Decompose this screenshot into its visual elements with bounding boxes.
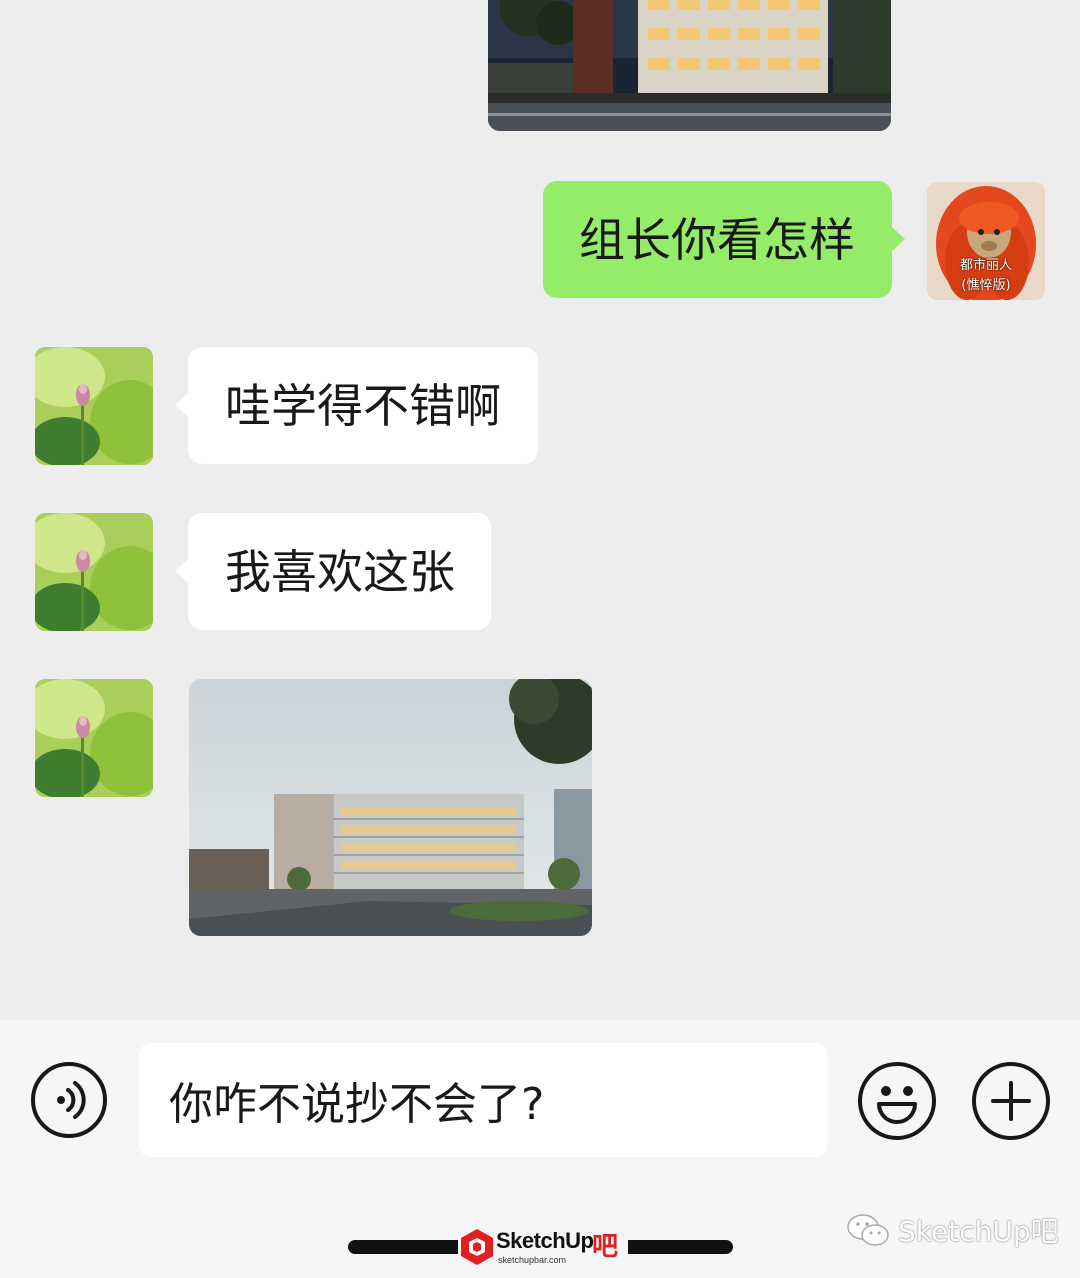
watermark-logo-ba: 吧: [592, 1232, 619, 1262]
bubble-tail: [175, 558, 189, 584]
other-avatar[interactable]: [35, 513, 153, 631]
watermark-account-name: SketchUp吧: [898, 1215, 1059, 1248]
voice-icon: [57, 1081, 86, 1119]
watermark-account: SketchUp吧: [846, 1210, 1059, 1250]
emoji-icon: [877, 1086, 917, 1124]
other-avatar[interactable]: [35, 347, 153, 465]
received-image-building[interactable]: [189, 679, 592, 936]
message-text: 组长你看怎样: [579, 212, 855, 267]
avatar-caption-line1: 都市丽人: [959, 258, 1012, 273]
message-text: 我喜欢这张: [225, 544, 455, 599]
my-avatar[interactable]: 都市丽人 (憔悴版): [927, 182, 1045, 300]
bubble-tail: [891, 226, 905, 252]
emoji-button[interactable]: [858, 1062, 936, 1140]
message-text: 哇学得不错啊: [225, 378, 501, 433]
sent-image-building[interactable]: [488, 0, 891, 131]
watermark-logo-sub: sketchupbar.com: [498, 1255, 567, 1265]
avatar-caption-line2: (憔悴版): [961, 278, 1011, 293]
sketchup-logo-icon: [461, 1229, 493, 1265]
other-avatar[interactable]: [35, 679, 153, 797]
message-input[interactable]: 你咋不说抄不会了?: [139, 1043, 827, 1157]
plus-button[interactable]: [972, 1062, 1050, 1140]
other-message-bubble[interactable]: 哇学得不错啊: [188, 347, 538, 464]
bubble-tail: [175, 392, 189, 418]
wechat-icon: [847, 1214, 889, 1246]
other-message-bubble[interactable]: 我喜欢这张: [188, 513, 491, 630]
plus-icon: [991, 1081, 1031, 1121]
message-input-value: 你咋不说抄不会了?: [169, 1079, 545, 1130]
chat-area: 组长你看怎样 都市丽人 (憔悴版) 哇学得不错啊 我喜欢这张: [0, 0, 1080, 1020]
my-message-bubble[interactable]: 组长你看怎样: [543, 181, 892, 298]
voice-button[interactable]: [31, 1062, 107, 1138]
watermark-logo-text: SketchUp: [496, 1228, 594, 1253]
